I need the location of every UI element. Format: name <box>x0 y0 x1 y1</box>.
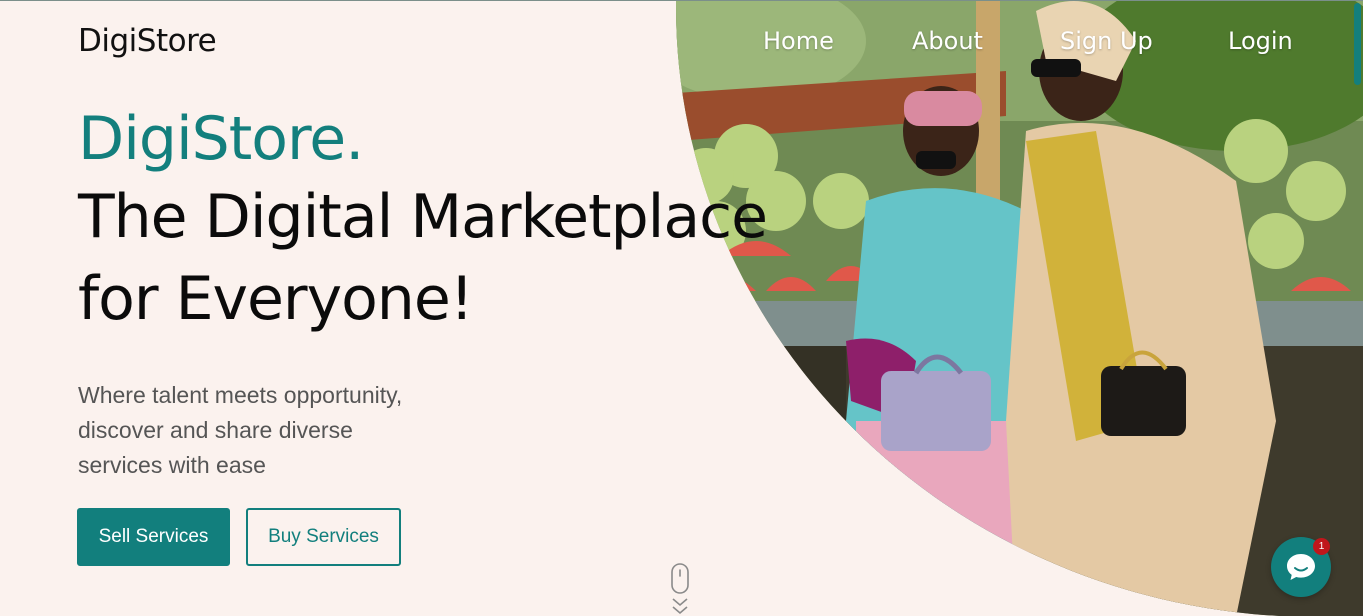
nav-home-link[interactable]: Home <box>763 27 834 55</box>
nav-signup-link[interactable]: Sign Up <box>1060 27 1153 55</box>
buy-services-button[interactable]: Buy Services <box>246 508 401 566</box>
hero-image <box>676 1 1363 616</box>
hero-brand-heading: DigiStore. <box>78 104 364 174</box>
tagline-line-2: discover and share diverse <box>78 417 353 443</box>
scroll-down-indicator[interactable] <box>669 563 691 616</box>
tagline-line-3: services with ease <box>78 452 266 478</box>
nav-login-link[interactable]: Login <box>1228 27 1293 55</box>
hero-tagline: Where talent meets opportunity, discover… <box>78 378 498 483</box>
hero-headline-line-2: for Everyone! <box>78 264 474 334</box>
sell-services-button[interactable]: Sell Services <box>77 508 230 566</box>
mouse-scroll-icon <box>671 563 689 615</box>
page-scrollbar-thumb[interactable] <box>1354 3 1361 85</box>
chat-bubble-icon <box>1287 554 1315 580</box>
site-logo[interactable]: DigiStore <box>78 23 217 59</box>
chat-notification-badge: 1 <box>1313 538 1330 555</box>
page-scrollbar-track[interactable] <box>1352 1 1363 616</box>
nav-about-link[interactable]: About <box>912 27 983 55</box>
hero-headline-line-1: The Digital Marketplace <box>78 182 768 252</box>
landing-page: DigiStore Home About Sign Up Login DigiS… <box>0 0 1363 616</box>
tagline-line-1: Where talent meets opportunity, <box>78 382 403 408</box>
